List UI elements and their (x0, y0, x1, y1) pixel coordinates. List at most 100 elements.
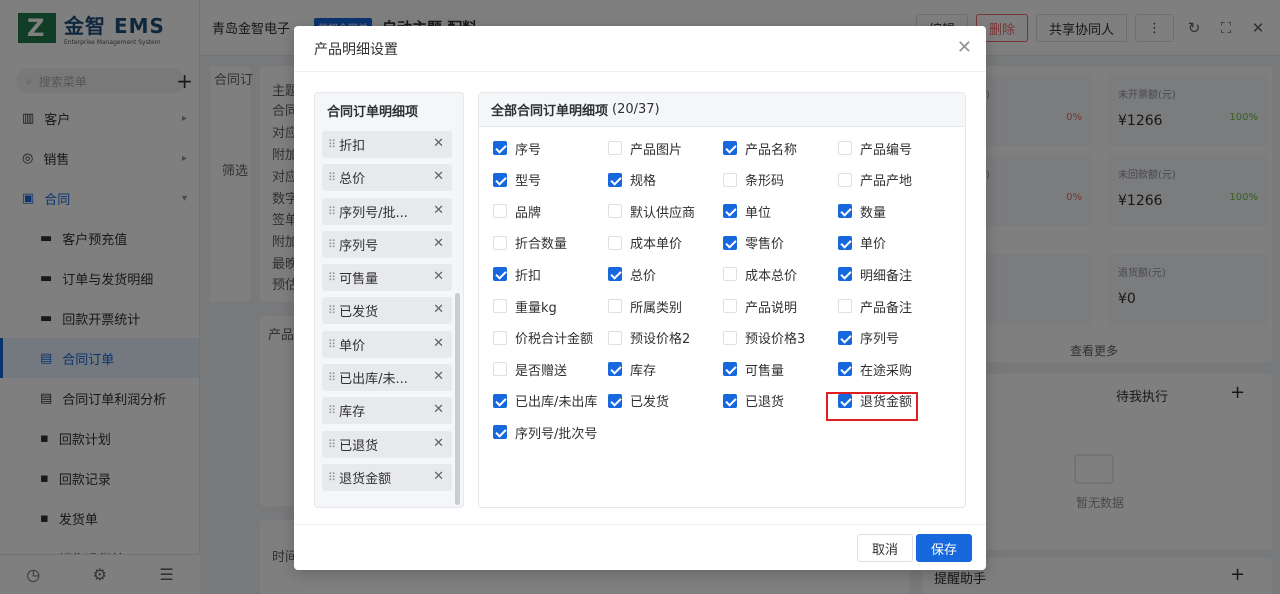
option-checkbox[interactable]: 规格 (608, 169, 656, 191)
option-checkbox[interactable]: 品牌 (493, 200, 541, 222)
checkbox-icon[interactable] (608, 204, 622, 219)
option-checkbox[interactable]: 已退货 (723, 390, 784, 412)
option-checkbox[interactable]: 所属类别 (608, 295, 682, 317)
selected-item[interactable]: ⠿ 序列号 ✕ (322, 230, 452, 258)
option-checkbox[interactable]: 默认供应商 (608, 200, 695, 222)
selected-item[interactable]: ⠿ 已退货 ✕ (322, 430, 452, 458)
checkbox-icon[interactable] (608, 235, 622, 250)
option-checkbox[interactable]: 数量 (838, 200, 886, 222)
option-checkbox[interactable]: 产品名称 (723, 137, 797, 159)
option-checkbox[interactable]: 序列号/批次号 (493, 421, 597, 443)
checkbox-icon[interactable] (608, 299, 622, 313)
remove-icon[interactable]: ✕ (433, 302, 444, 317)
option-checkbox[interactable]: 单价 (838, 232, 886, 254)
checkbox-icon[interactable] (723, 235, 737, 250)
checkbox-icon[interactable] (723, 204, 737, 219)
remove-icon[interactable]: ✕ (433, 336, 444, 351)
drag-handle-icon[interactable]: ⠿ (328, 438, 336, 451)
drag-handle-icon[interactable]: ⠿ (328, 371, 336, 384)
selected-item[interactable]: ⠿ 折扣 ✕ (322, 131, 452, 158)
option-checkbox[interactable]: 产品产地 (838, 169, 912, 191)
checkbox-icon[interactable] (493, 362, 507, 377)
checkbox-icon[interactable] (493, 393, 507, 408)
checkbox-icon[interactable] (723, 330, 737, 345)
option-checkbox[interactable]: 预设价格2 (608, 327, 690, 349)
remove-icon[interactable]: ✕ (433, 369, 444, 384)
checkbox-icon[interactable] (608, 330, 622, 345)
checkbox-icon[interactable] (838, 235, 852, 250)
checkbox-icon[interactable] (723, 172, 737, 187)
checkbox-icon[interactable] (493, 235, 507, 250)
option-checkbox[interactable]: 已出库/未出库 (493, 390, 597, 412)
option-checkbox[interactable]: 重量kg (493, 295, 557, 317)
option-checkbox[interactable]: 产品备注 (838, 295, 912, 317)
option-checkbox[interactable]: 折合数量 (493, 232, 567, 254)
checkbox-icon[interactable] (838, 204, 852, 219)
drag-handle-icon[interactable]: ⠿ (328, 271, 336, 284)
option-checkbox[interactable]: 是否赠送 (493, 358, 567, 380)
drag-handle-icon[interactable]: ⠿ (328, 471, 336, 484)
checkbox-icon[interactable] (608, 141, 622, 155)
checkbox-icon[interactable] (723, 267, 737, 282)
selected-item[interactable]: ⠿ 单价 ✕ (322, 330, 452, 358)
remove-icon[interactable]: ✕ (433, 136, 444, 151)
checkbox-icon[interactable] (838, 267, 852, 282)
remove-icon[interactable]: ✕ (433, 236, 444, 251)
remove-icon[interactable]: ✕ (433, 203, 444, 218)
option-checkbox[interactable]: 成本单价 (608, 232, 682, 254)
option-checkbox[interactable]: 单位 (723, 200, 771, 222)
option-checkbox[interactable]: 成本总价 (723, 263, 797, 285)
checkbox-icon[interactable] (493, 425, 507, 440)
scrollbar[interactable] (455, 293, 460, 505)
checkbox-icon[interactable] (493, 267, 507, 282)
remove-icon[interactable]: ✕ (433, 436, 444, 451)
selected-item[interactable]: ⠿ 已出库/未... ✕ (322, 364, 452, 392)
checkbox-icon[interactable] (838, 362, 852, 377)
checkbox-icon[interactable] (838, 141, 852, 155)
drag-handle-icon[interactable]: ⠿ (328, 205, 336, 218)
remove-icon[interactable]: ✕ (433, 169, 444, 184)
checkbox-icon[interactable] (723, 141, 737, 155)
checkbox-icon[interactable] (493, 141, 507, 155)
option-checkbox[interactable]: 可售量 (723, 358, 784, 380)
option-checkbox[interactable]: 预设价格3 (723, 327, 805, 349)
drag-handle-icon[interactable]: ⠿ (328, 404, 336, 417)
checkbox-icon[interactable] (723, 362, 737, 377)
option-checkbox[interactable]: 型号 (493, 169, 541, 191)
option-checkbox[interactable]: 序号 (493, 137, 541, 159)
remove-icon[interactable]: ✕ (433, 402, 444, 417)
option-checkbox[interactable]: 总价 (608, 263, 656, 285)
checkbox-icon[interactable] (608, 393, 622, 408)
option-checkbox[interactable]: 零售价 (723, 232, 784, 254)
option-checkbox[interactable]: 折扣 (493, 263, 541, 285)
option-checkbox[interactable]: 明细备注 (838, 263, 912, 285)
checkbox-icon[interactable] (608, 267, 622, 282)
selected-item[interactable]: ⠿ 总价 ✕ (322, 164, 452, 192)
option-checkbox[interactable]: 库存 (608, 358, 656, 380)
option-checkbox[interactable]: 已发货 (608, 390, 669, 412)
selected-item[interactable]: ⠿ 可售量 ✕ (322, 264, 452, 292)
option-checkbox[interactable]: 条形码 (723, 169, 784, 191)
checkbox-icon[interactable] (608, 172, 622, 187)
remove-icon[interactable]: ✕ (433, 469, 444, 484)
option-checkbox[interactable]: 产品说明 (723, 295, 797, 317)
option-checkbox[interactable]: 序列号 (838, 327, 899, 349)
selected-item[interactable]: ⠿ 序列号/批... ✕ (322, 197, 452, 225)
option-checkbox[interactable]: 在途采购 (838, 358, 912, 380)
checkbox-icon[interactable] (838, 172, 852, 187)
selected-item[interactable]: ⠿ 退货金额 ✕ (322, 463, 452, 491)
close-icon[interactable]: ✕ (957, 39, 972, 57)
checkbox-icon[interactable] (493, 204, 507, 219)
checkbox-icon[interactable] (723, 299, 737, 313)
option-checkbox[interactable]: 价税合计金额 (493, 327, 593, 349)
save-button[interactable]: 保存 (915, 534, 972, 562)
drag-handle-icon[interactable]: ⠿ (328, 138, 336, 151)
drag-handle-icon[interactable]: ⠿ (328, 171, 336, 184)
checkbox-icon[interactable] (608, 362, 622, 377)
checkbox-icon[interactable] (493, 299, 507, 313)
checkbox-icon[interactable] (493, 172, 507, 187)
checkbox-icon[interactable] (838, 330, 852, 345)
checkbox-icon[interactable] (838, 299, 852, 313)
option-checkbox[interactable]: 产品编号 (838, 137, 912, 159)
drag-handle-icon[interactable]: ⠿ (328, 304, 336, 317)
